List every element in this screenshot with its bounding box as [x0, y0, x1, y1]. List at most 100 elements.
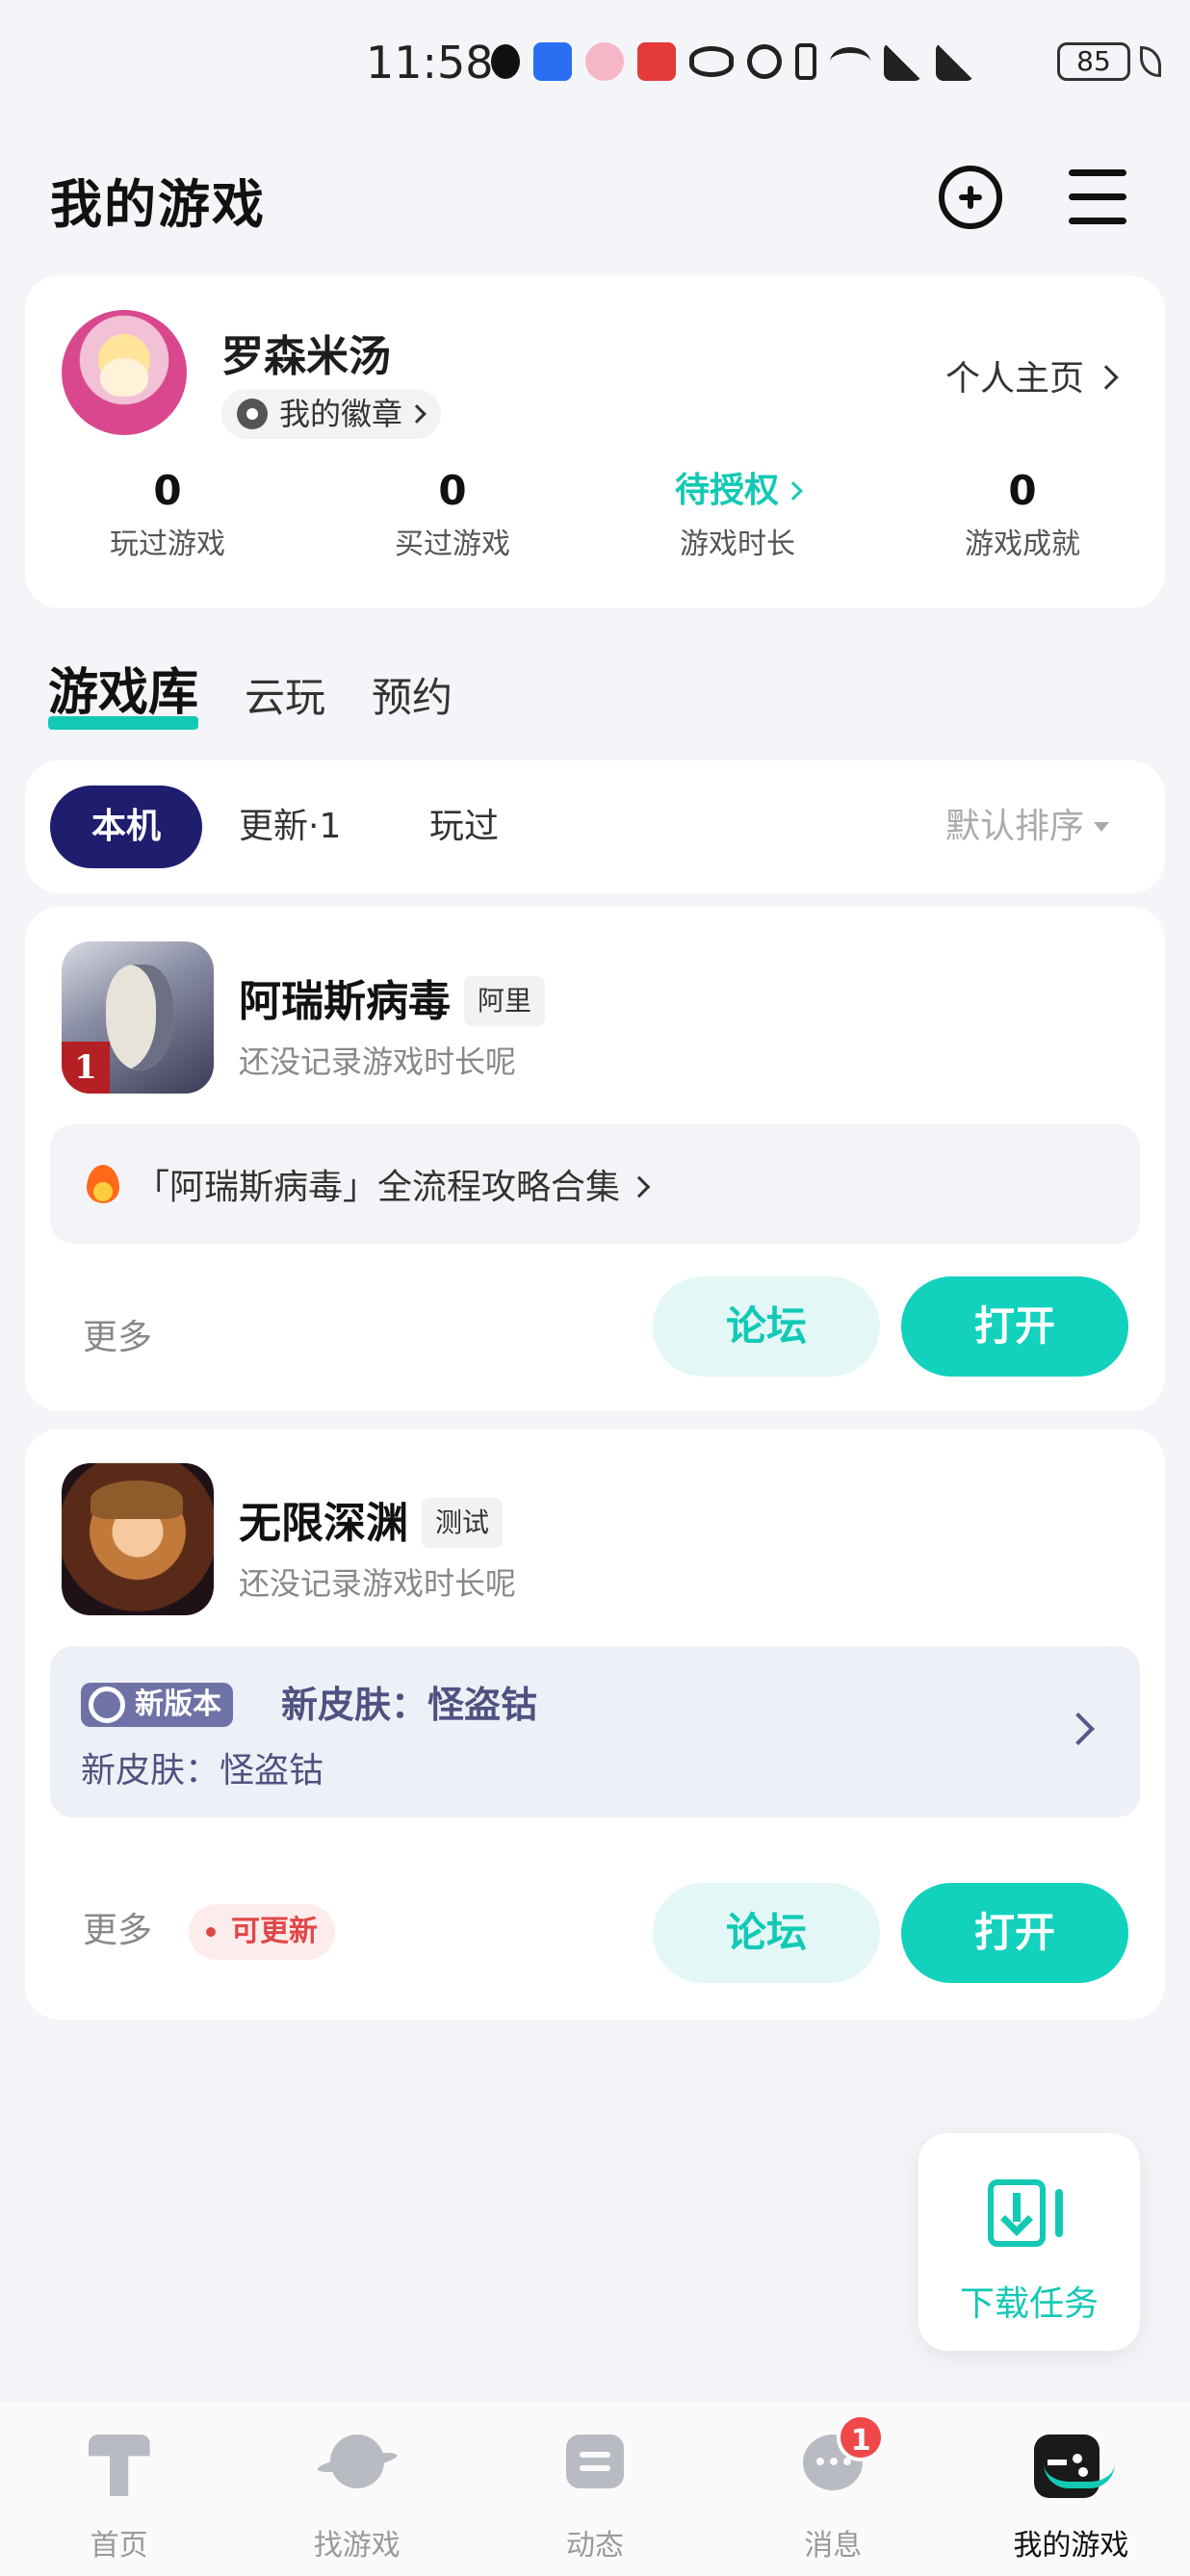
filter-bar: 本机 更新·1 玩过 默认排序 [25, 760, 1165, 893]
bottom-nav: 首页 找游戏 动态 1 消息 我的游戏 [0, 2401, 1190, 2576]
news-description: 新皮肤：怪盗钴 [81, 1751, 324, 1790]
nav-label: 首页 [90, 2529, 148, 2563]
guide-promo-banner[interactable]: 「阿瑞斯病毒」全流程攻略合集 [50, 1124, 1140, 1244]
alarm-icon [747, 44, 782, 79]
my-badge-button[interactable]: 我的徽章 [221, 389, 442, 439]
menu-icon[interactable] [1067, 166, 1130, 229]
stat-value: 0 [153, 467, 182, 514]
game-name[interactable]: 阿瑞斯病毒 阿里 [239, 966, 546, 1028]
eye-icon [689, 46, 734, 77]
profile-stats: 0 玩过游戏 0 买过游戏 待授权 游戏时长 0 游戏成就 [25, 464, 1165, 562]
status-bar: 11:58 85 [0, 0, 1190, 125]
home-icon [88, 2434, 150, 2496]
triangle-down-icon [1094, 822, 1109, 832]
wifi-icon [830, 47, 870, 76]
tab-reservation[interactable]: 预约 [372, 665, 453, 724]
nav-feed[interactable]: 动态 [476, 2402, 713, 2576]
chip-played[interactable]: 玩过 [429, 786, 499, 868]
nav-label: 找游戏 [313, 2529, 401, 2563]
stat-bought-games[interactable]: 0 买过游戏 [310, 464, 595, 562]
app-icon [585, 42, 624, 81]
game-playtime-note: 还没记录游戏时长呢 [239, 1565, 517, 1602]
update-available-badge[interactable]: 可更新 [189, 1904, 335, 1960]
game-tag: 测试 [422, 1498, 504, 1548]
page-title: 我的游戏 [50, 174, 266, 235]
status-time: 11:58 [366, 37, 494, 89]
signal-4g-icon [884, 42, 922, 81]
stat-label: 游戏时长 [680, 528, 795, 561]
chevron-right-icon [1062, 1713, 1095, 1745]
stat-played-games[interactable]: 0 玩过游戏 [25, 464, 310, 562]
game-card: 1 阿瑞斯病毒 阿里 还没记录游戏时长呢 「阿瑞斯病毒」全流程攻略合集 更多 论坛… [25, 907, 1165, 1411]
news-title: 新皮肤：怪盗钴 [281, 1684, 538, 1726]
planet-icon [329, 2434, 384, 2488]
stat-value-authorize: 待授权 [595, 464, 880, 518]
leaf-icon [1140, 46, 1161, 77]
tab-cloud-play[interactable]: 云玩 [245, 665, 325, 724]
stat-label: 买过游戏 [395, 528, 510, 561]
nav-label: 消息 [804, 2529, 863, 2563]
stat-label: 玩过游戏 [110, 528, 225, 561]
battery-indicator: 85 [1057, 42, 1130, 81]
page-header: 我的游戏 [0, 154, 1190, 241]
nav-messages[interactable]: 1 消息 [714, 2402, 952, 2576]
chevron-right-icon [407, 404, 427, 424]
download-task-label: 下载任务 [959, 2284, 1099, 2324]
signal-4g-icon [936, 42, 974, 81]
app-icon [637, 42, 676, 81]
stat-value: 0 [1008, 467, 1037, 514]
medal-icon [237, 399, 268, 429]
nav-label: 我的游戏 [1013, 2529, 1129, 2563]
game-card: 无限深渊 测试 还没记录游戏时长呢 新版本 新皮肤：怪盗钴 新皮肤：怪盗钴 更多 … [25, 1429, 1165, 2020]
open-button[interactable]: 打开 [901, 1883, 1128, 1983]
app-icon [533, 42, 572, 81]
library-tabs: 游戏库 云玩 预约 [48, 647, 453, 730]
nav-find-games[interactable]: 找游戏 [238, 2402, 476, 2576]
avatar[interactable] [62, 310, 187, 435]
profile-card: 罗森米汤 我的徽章 个人主页 0 玩过游戏 0 买过游戏 待授权 游戏时长 0 … [25, 275, 1165, 608]
nav-home[interactable]: 首页 [0, 2402, 238, 2576]
tab-game-library[interactable]: 游戏库 [48, 652, 199, 730]
open-button[interactable]: 打开 [901, 1276, 1128, 1377]
new-version-badge: 新版本 [81, 1683, 233, 1727]
plus-circle-icon[interactable] [939, 166, 1002, 229]
vibrate-icon [795, 43, 816, 80]
profile-home-label: 个人主页 [944, 359, 1084, 399]
download-task-button[interactable]: 下载任务 [918, 2133, 1140, 2351]
qq-icon [491, 44, 520, 79]
nav-label: 动态 [566, 2529, 624, 2563]
profile-home-link[interactable]: 个人主页 [944, 350, 1119, 400]
chip-updates[interactable]: 更新·1 [239, 786, 341, 868]
new-version-banner[interactable]: 新版本 新皮肤：怪盗钴 新皮肤：怪盗钴 [50, 1646, 1140, 1817]
forum-button[interactable]: 论坛 [653, 1883, 880, 1983]
my-badge-label: 我的徽章 [279, 396, 403, 432]
game-playtime-note: 还没记录游戏时长呢 [239, 1043, 517, 1080]
sort-dropdown[interactable]: 默认排序 [945, 786, 1109, 868]
unread-badge: 1 [837, 2413, 886, 2461]
forum-button[interactable]: 论坛 [653, 1276, 880, 1377]
chevron-right-icon [1094, 365, 1119, 390]
chevron-right-icon [784, 481, 803, 501]
nav-my-games[interactable]: 我的游戏 [952, 2402, 1190, 2576]
download-icon [988, 2179, 1069, 2247]
chip-local[interactable]: 本机 [50, 786, 202, 868]
stat-label: 游戏成就 [965, 528, 1080, 561]
game-name[interactable]: 无限深渊 测试 [239, 1488, 504, 1550]
swoosh-decoration [1044, 2463, 1116, 2488]
rank-badge: 1 [62, 1042, 110, 1094]
fire-icon [87, 1165, 119, 1203]
chevron-right-icon [628, 1175, 651, 1198]
user-name: 罗森米汤 [221, 332, 391, 381]
version-icon [89, 1687, 125, 1723]
more-button[interactable]: 更多 [83, 1902, 152, 1952]
promo-text: 「阿瑞斯病毒」全流程攻略合集 [135, 1159, 651, 1209]
stat-achievements[interactable]: 0 游戏成就 [880, 464, 1165, 562]
game-icon-infinite-abyss[interactable] [62, 1463, 214, 1615]
stat-play-time[interactable]: 待授权 游戏时长 [595, 464, 880, 562]
game-icon-ares-virus[interactable]: 1 [62, 941, 214, 1094]
game-tag: 阿里 [464, 976, 546, 1026]
stat-value: 0 [438, 467, 467, 514]
more-button[interactable]: 更多 [83, 1309, 152, 1359]
status-icons [491, 42, 974, 81]
red-dot-icon [206, 1927, 216, 1937]
